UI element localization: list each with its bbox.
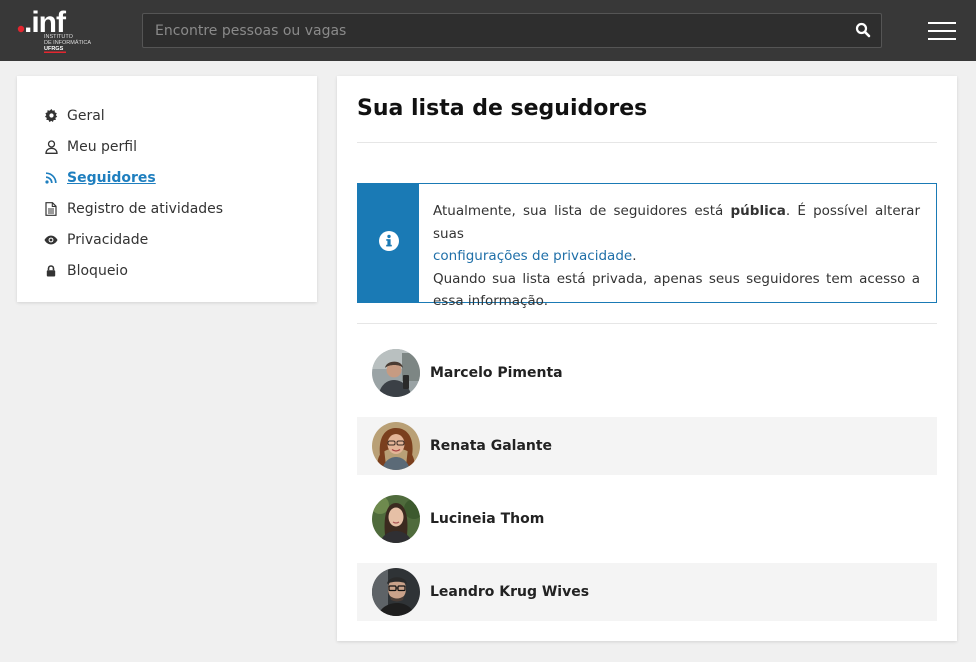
sidebar-item-label: Seguidores: [67, 169, 156, 186]
info-alert-text: Atualmente, sua lista de seguidores está…: [433, 203, 920, 309]
document-icon: [44, 201, 58, 216]
avatar: [372, 422, 420, 470]
sidebar-item-label: Registro de atividades: [67, 200, 224, 217]
svg-text:DE INFORMÁTICA: DE INFORMÁTICA: [44, 39, 91, 46]
follower-item[interactable]: Renata Galante: [357, 417, 937, 475]
avatar: [372, 568, 420, 616]
follower-item[interactable]: Marcelo Pimenta: [357, 344, 937, 402]
lock-icon: [44, 264, 58, 278]
info-alert-sidebar: [358, 184, 419, 302]
follower-item[interactable]: Leandro Krug Wives: [357, 563, 937, 621]
follower-item[interactable]: Lucineia Thom: [357, 490, 937, 548]
inf-logo[interactable]: .inf INSTITUTO DE INFORMÁTICA UFRGS: [16, 8, 102, 54]
search-input[interactable]: [143, 14, 881, 47]
follower-name[interactable]: Marcelo Pimenta: [430, 365, 563, 381]
eye-icon: [44, 233, 58, 247]
followers-list: Marcelo Pimenta Renata Galante Lucineia …: [357, 344, 937, 636]
sidebar-item-label: Privacidade: [67, 231, 149, 248]
hamburger-menu-icon[interactable]: [928, 22, 958, 40]
sidebar-item-bloqueio[interactable]: Bloqueio: [17, 255, 317, 286]
rss-icon: [44, 171, 58, 185]
divider: [357, 142, 937, 143]
follower-name[interactable]: Lucineia Thom: [430, 511, 544, 527]
info-alert: Atualmente, sua lista de seguidores está…: [357, 183, 937, 309]
top-bar: .inf INSTITUTO DE INFORMÁTICA UFRGS: [0, 0, 976, 61]
svg-text:UFRGS: UFRGS: [44, 46, 64, 52]
visibility-status: pública: [730, 203, 786, 219]
sidebar-item-registro-de-atividades[interactable]: Registro de atividades: [17, 193, 317, 224]
sidebar-item-geral[interactable]: Geral: [17, 100, 317, 131]
follower-name[interactable]: Renata Galante: [430, 438, 552, 454]
avatar: [372, 349, 420, 397]
sidebar-item-meu-perfil[interactable]: Meu perfil: [17, 131, 317, 162]
gear-icon: [44, 109, 58, 123]
search-box: [142, 13, 882, 48]
followers-panel: Sua lista de seguidores Atualmente, sua …: [337, 76, 957, 641]
user-icon: [44, 139, 58, 154]
sidebar-item-seguidores[interactable]: Seguidores: [17, 162, 317, 193]
privacy-settings-link[interactable]: configurações de privacidade: [433, 248, 632, 264]
follower-name[interactable]: Leandro Krug Wives: [430, 584, 589, 600]
sidebar-item-label: Meu perfil: [67, 138, 137, 155]
avatar: [372, 495, 420, 543]
settings-sidebar: Geral Meu perfil Seguidores Registro de …: [17, 76, 317, 302]
page-title: Sua lista de seguidores: [357, 96, 648, 121]
sidebar-item-privacidade[interactable]: Privacidade: [17, 224, 317, 255]
info-icon: [378, 231, 399, 255]
sidebar-item-label: Bloqueio: [67, 262, 128, 279]
sidebar-item-label: Geral: [67, 107, 105, 124]
divider: [357, 323, 937, 324]
search-icon[interactable]: [855, 22, 873, 40]
